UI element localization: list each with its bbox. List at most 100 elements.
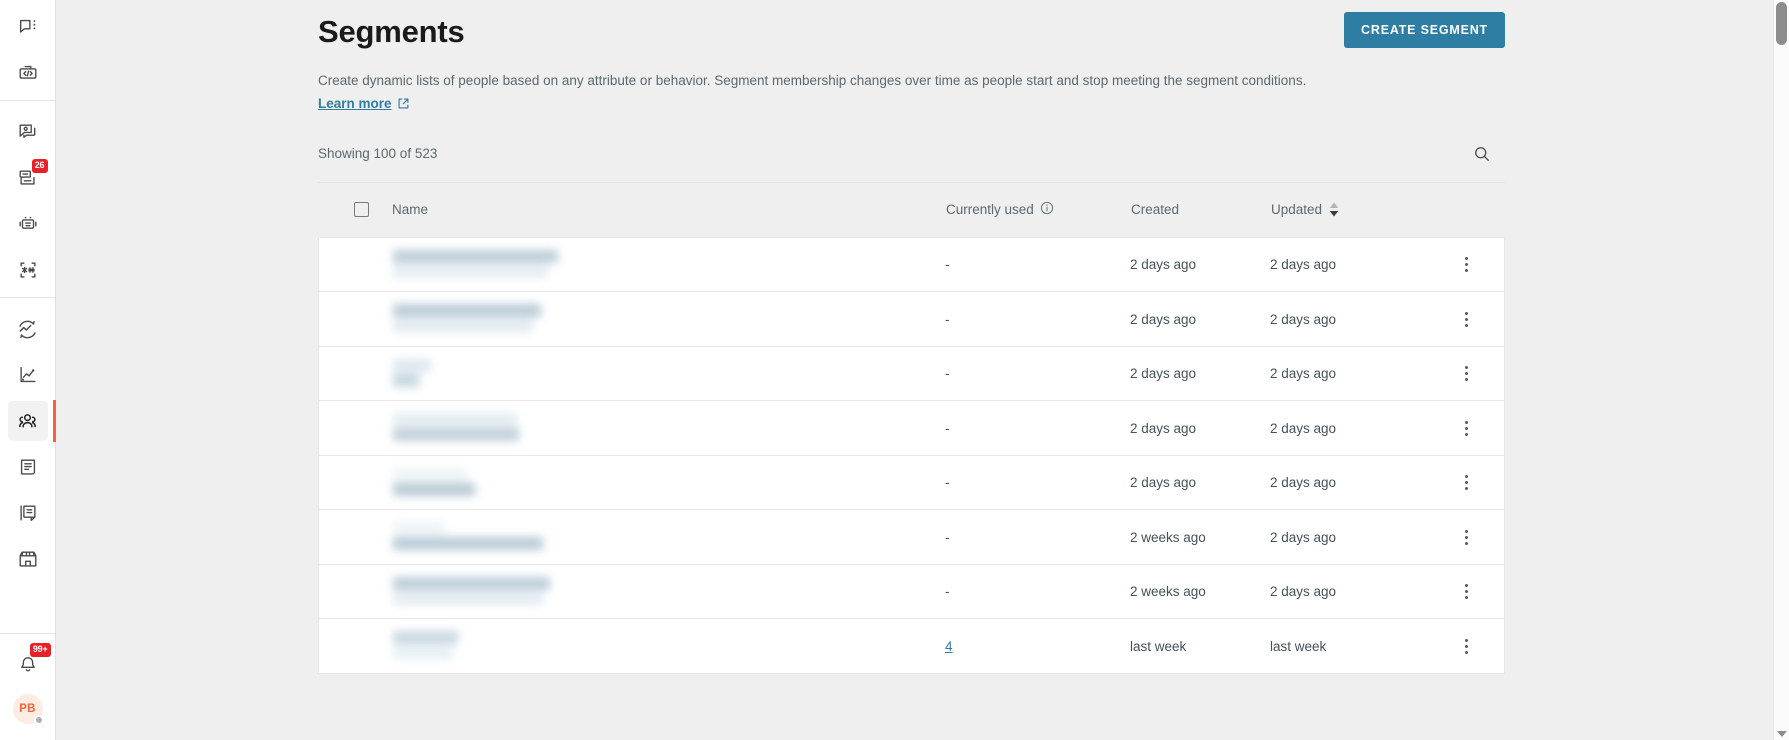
bell-icon[interactable]: 99+ (8, 643, 51, 685)
table-row[interactable]: - 2 weeks ago 2 days ago (319, 510, 1504, 565)
cell-updated: 2 days ago (1270, 584, 1337, 600)
cell-updated: 2 days ago (1270, 420, 1337, 436)
notifications-badge: 99+ (29, 643, 51, 657)
column-header-updated[interactable]: Updated (1271, 202, 1439, 217)
cell-name[interactable] (393, 249, 945, 280)
sort-arrows-icon[interactable] (1329, 202, 1339, 217)
column-header-updated-label: Updated (1271, 202, 1323, 218)
column-header-currently-used-label: Currently used (946, 202, 1034, 218)
row-menu-kebab-icon[interactable] (1453, 361, 1479, 387)
rail-group-1 (0, 0, 55, 96)
page-scrollbar[interactable] (1773, 0, 1789, 740)
row-menu-kebab-icon[interactable] (1453, 633, 1479, 659)
column-header-name-label: Name (392, 202, 429, 218)
store-icon[interactable] (8, 539, 48, 579)
messages-icon[interactable] (8, 112, 48, 152)
app-window: 26 99+ PB Segments CREATE SEGMENT Create… (0, 0, 1789, 740)
cell-created: 2 days ago (1130, 311, 1197, 327)
table-row[interactable]: - 2 days ago 2 days ago (319, 401, 1504, 456)
rail-divider-1 (0, 100, 55, 101)
code-snippet-icon[interactable] (8, 250, 48, 290)
table-row[interactable]: - 2 days ago 2 days ago (319, 455, 1504, 511)
activity-icon[interactable] (8, 309, 48, 349)
table-row[interactable]: - 2 days ago 2 days ago (319, 292, 1504, 347)
cell-name[interactable] (393, 576, 945, 607)
bot-icon[interactable] (8, 204, 48, 244)
cell-updated: 2 days ago (1270, 257, 1337, 273)
row-actions-cell (1438, 252, 1494, 278)
avatar-status-dot (33, 715, 44, 725)
sidebar-item-people-segments[interactable] (7, 400, 56, 442)
page-header: Segments CREATE SEGMENT (318, 0, 1505, 52)
table-toolbar: Showing 100 of 523 (318, 139, 1505, 183)
create-segment-button[interactable]: CREATE SEGMENT (1344, 12, 1505, 48)
redacted-name-placeholder (393, 522, 945, 552)
cell-name[interactable] (393, 358, 945, 389)
row-menu-kebab-icon[interactable] (1453, 470, 1479, 496)
inbox-icon[interactable]: 26 (8, 158, 48, 198)
conversations-icon[interactable] (8, 7, 48, 47)
showing-count: Showing 100 of 523 (318, 146, 438, 162)
search-icon[interactable] (1467, 139, 1497, 169)
column-header-created-label: Created (1131, 202, 1180, 218)
column-header-currently-used[interactable]: Currently used (946, 201, 1131, 218)
page-content: Segments CREATE SEGMENT Create dynamic l… (318, 0, 1505, 674)
cell-created: 2 days ago (1130, 475, 1197, 491)
rail-group-2: 26 (0, 109, 55, 293)
main-area: Segments CREATE SEGMENT Create dynamic l… (56, 0, 1789, 740)
currently-used-link[interactable]: 4 (945, 639, 953, 654)
redacted-name-placeholder (393, 413, 945, 443)
cell-updated: 2 days ago (1270, 475, 1337, 491)
column-header-created[interactable]: Created (1131, 202, 1271, 217)
templates-icon[interactable] (8, 493, 48, 533)
table-row[interactable]: - 2 days ago 2 days ago (319, 346, 1504, 402)
cell-currently-used: - (945, 366, 950, 382)
learn-more-link[interactable]: Learn more (318, 96, 410, 111)
select-all-cell (354, 202, 392, 218)
page-description: Create dynamic lists of people based on … (318, 73, 1307, 89)
external-link-icon (397, 97, 410, 110)
table-row[interactable]: - 2 days ago 2 days ago (319, 237, 1504, 293)
redacted-name-placeholder (393, 304, 945, 334)
cell-name[interactable] (393, 304, 945, 334)
cell-updated: 2 days ago (1270, 529, 1337, 545)
content-icon[interactable] (8, 447, 48, 487)
table-row[interactable]: - 2 weeks ago 2 days ago (319, 564, 1504, 620)
row-actions-cell (1438, 361, 1494, 387)
cell-updated: 2 days ago (1270, 366, 1337, 382)
redacted-name-placeholder (393, 467, 945, 498)
cell-name[interactable] (393, 467, 945, 498)
info-icon[interactable] (1040, 201, 1054, 218)
select-all-checkbox[interactable] (354, 202, 369, 218)
scrollbar-down-arrow-icon[interactable] (1777, 731, 1787, 737)
column-header-name[interactable]: Name (392, 202, 946, 217)
cell-created: 2 days ago (1130, 257, 1197, 273)
cell-name[interactable] (393, 631, 945, 661)
cell-created: 2 days ago (1130, 366, 1197, 382)
developer-toolbox-icon[interactable] (8, 53, 48, 93)
cell-name[interactable] (393, 413, 945, 443)
reports-chart-icon[interactable] (8, 355, 48, 395)
page-title: Segments (318, 14, 465, 49)
row-menu-kebab-icon[interactable] (1453, 524, 1479, 550)
rail-divider-3 (0, 633, 55, 634)
cell-updated: last week (1270, 638, 1327, 654)
inbox-badge: 26 (31, 159, 48, 173)
cell-currently-used: - (945, 257, 950, 273)
scrollbar-thumb[interactable] (1776, 2, 1787, 45)
cell-currently-used: - (945, 420, 950, 436)
table-header-row: Name Currently used Created Updated (318, 183, 1505, 237)
table-row[interactable]: 4 last week last week (319, 619, 1504, 674)
row-menu-kebab-icon[interactable] (1453, 415, 1479, 441)
row-menu-kebab-icon[interactable] (1453, 306, 1479, 332)
row-actions-cell (1438, 633, 1494, 659)
row-menu-kebab-icon[interactable] (1453, 252, 1479, 278)
cell-currently-used: - (945, 584, 950, 600)
cell-created: 2 weeks ago (1130, 584, 1206, 600)
row-actions-cell (1438, 306, 1494, 332)
avatar[interactable]: PB (12, 694, 44, 725)
redacted-name-placeholder (393, 631, 945, 661)
cell-name[interactable] (393, 522, 945, 552)
row-menu-kebab-icon[interactable] (1453, 579, 1479, 605)
cell-currently-used: - (945, 311, 950, 327)
